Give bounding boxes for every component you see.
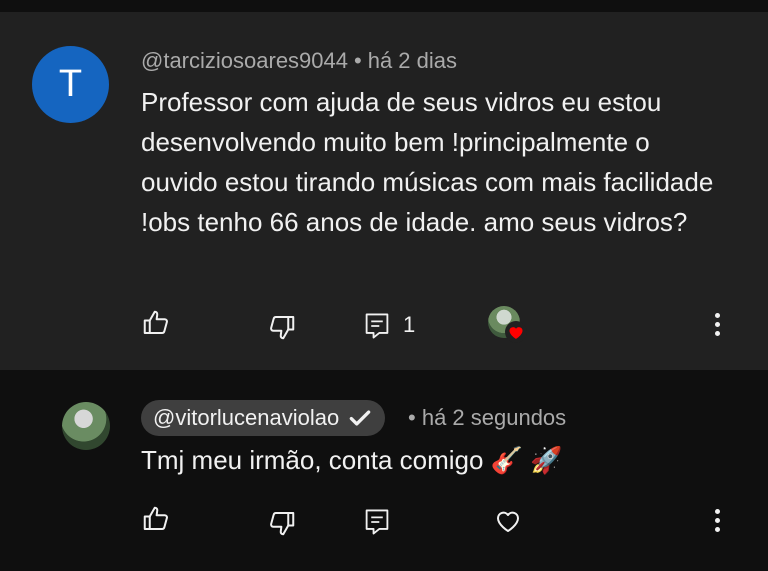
thumbs-down-icon xyxy=(270,512,295,536)
thumbs-down-icon xyxy=(270,316,295,340)
heart-button[interactable] xyxy=(493,506,523,536)
reply-emojis: 🎸 🚀 xyxy=(490,445,563,475)
reply-icon xyxy=(365,509,389,535)
avatar[interactable]: T xyxy=(32,46,109,123)
thumbs-up-icon xyxy=(143,506,168,530)
more-icon xyxy=(715,313,720,318)
like-button[interactable] xyxy=(141,504,171,534)
creator-heart xyxy=(488,306,527,343)
reply-meta: • há 2 segundos xyxy=(408,405,566,431)
dislike-button[interactable] xyxy=(267,312,297,342)
verified-check-icon xyxy=(349,410,371,426)
reply-icon xyxy=(365,313,389,339)
comment-author[interactable]: @tarciziosoares9044 xyxy=(141,48,348,73)
reply-avatar[interactable] xyxy=(62,402,110,450)
heart-icon xyxy=(505,321,527,343)
dislike-button[interactable] xyxy=(267,508,297,538)
reply-count[interactable]: 1 xyxy=(403,312,415,338)
comment-meta: @tarciziosoares9044 • há 2 dias xyxy=(141,48,457,74)
more-icon xyxy=(715,509,720,514)
like-button[interactable] xyxy=(141,308,171,338)
meta-separator: • xyxy=(354,48,362,73)
comment-text: Professor com ajuda de seus vidros eu es… xyxy=(141,87,714,237)
heart-outline-icon xyxy=(496,511,520,532)
reply-text-body: Tmj meu irmão, conta comigo xyxy=(141,445,484,475)
reply-button[interactable] xyxy=(363,507,391,537)
reply-button[interactable] xyxy=(363,311,391,341)
thumbs-up-icon xyxy=(143,310,168,334)
more-options-button[interactable] xyxy=(715,313,721,337)
reply-author-chip[interactable]: @vitorlucenaviolao xyxy=(141,400,386,436)
reply-time: há 2 segundos xyxy=(421,405,567,430)
more-options-button[interactable] xyxy=(715,509,721,533)
reply-text: Tmj meu irmão, conta comigo 🎸 🚀 xyxy=(141,440,563,480)
reply-author: @vitorlucenaviolao xyxy=(153,405,340,430)
comment-time: há 2 dias xyxy=(367,48,457,73)
meta-separator: • xyxy=(408,405,416,430)
top-bar xyxy=(0,0,768,12)
